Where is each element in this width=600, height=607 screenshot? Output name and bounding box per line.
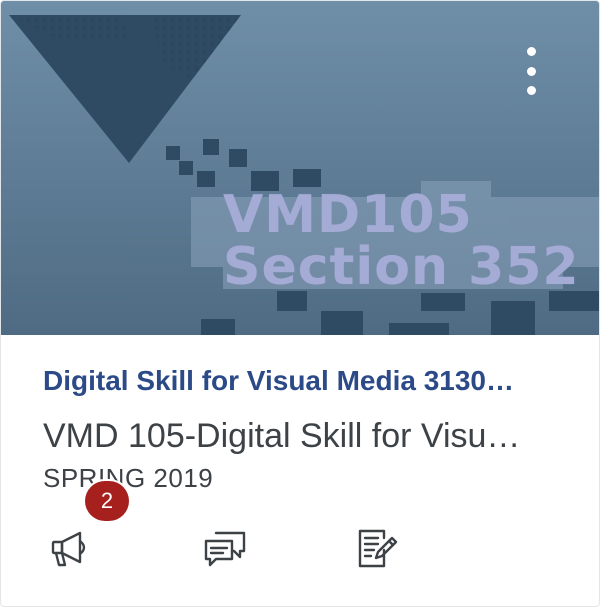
course-image-section: Section 352 (223, 237, 580, 297)
course-image-code: VMD105 (223, 185, 473, 245)
more-vertical-icon[interactable] (513, 41, 549, 101)
assignments-button[interactable] (349, 521, 405, 577)
menu-dot (526, 86, 536, 95)
announcements-button[interactable] (45, 521, 101, 577)
discussion-icon (204, 531, 246, 567)
menu-dot (526, 47, 536, 56)
course-code: VMD 105-Digital Skill for Visu… (43, 417, 521, 455)
menu-dot (526, 66, 536, 76)
course-card[interactable]: VMD105 Section 352 Digital Skill for Vis… (0, 0, 600, 607)
discussions-button[interactable] (197, 521, 253, 577)
course-term: SPRING 2019 (43, 463, 214, 493)
announcements-badge: 2 (85, 481, 129, 521)
assignment-icon (358, 529, 398, 568)
course-title[interactable]: Digital Skill for Visual Media 3130… (43, 365, 563, 397)
course-image-text: VMD105 Section 352 (223, 189, 580, 293)
course-image[interactable]: VMD105 Section 352 (1, 1, 599, 335)
megaphone-icon (51, 531, 86, 567)
